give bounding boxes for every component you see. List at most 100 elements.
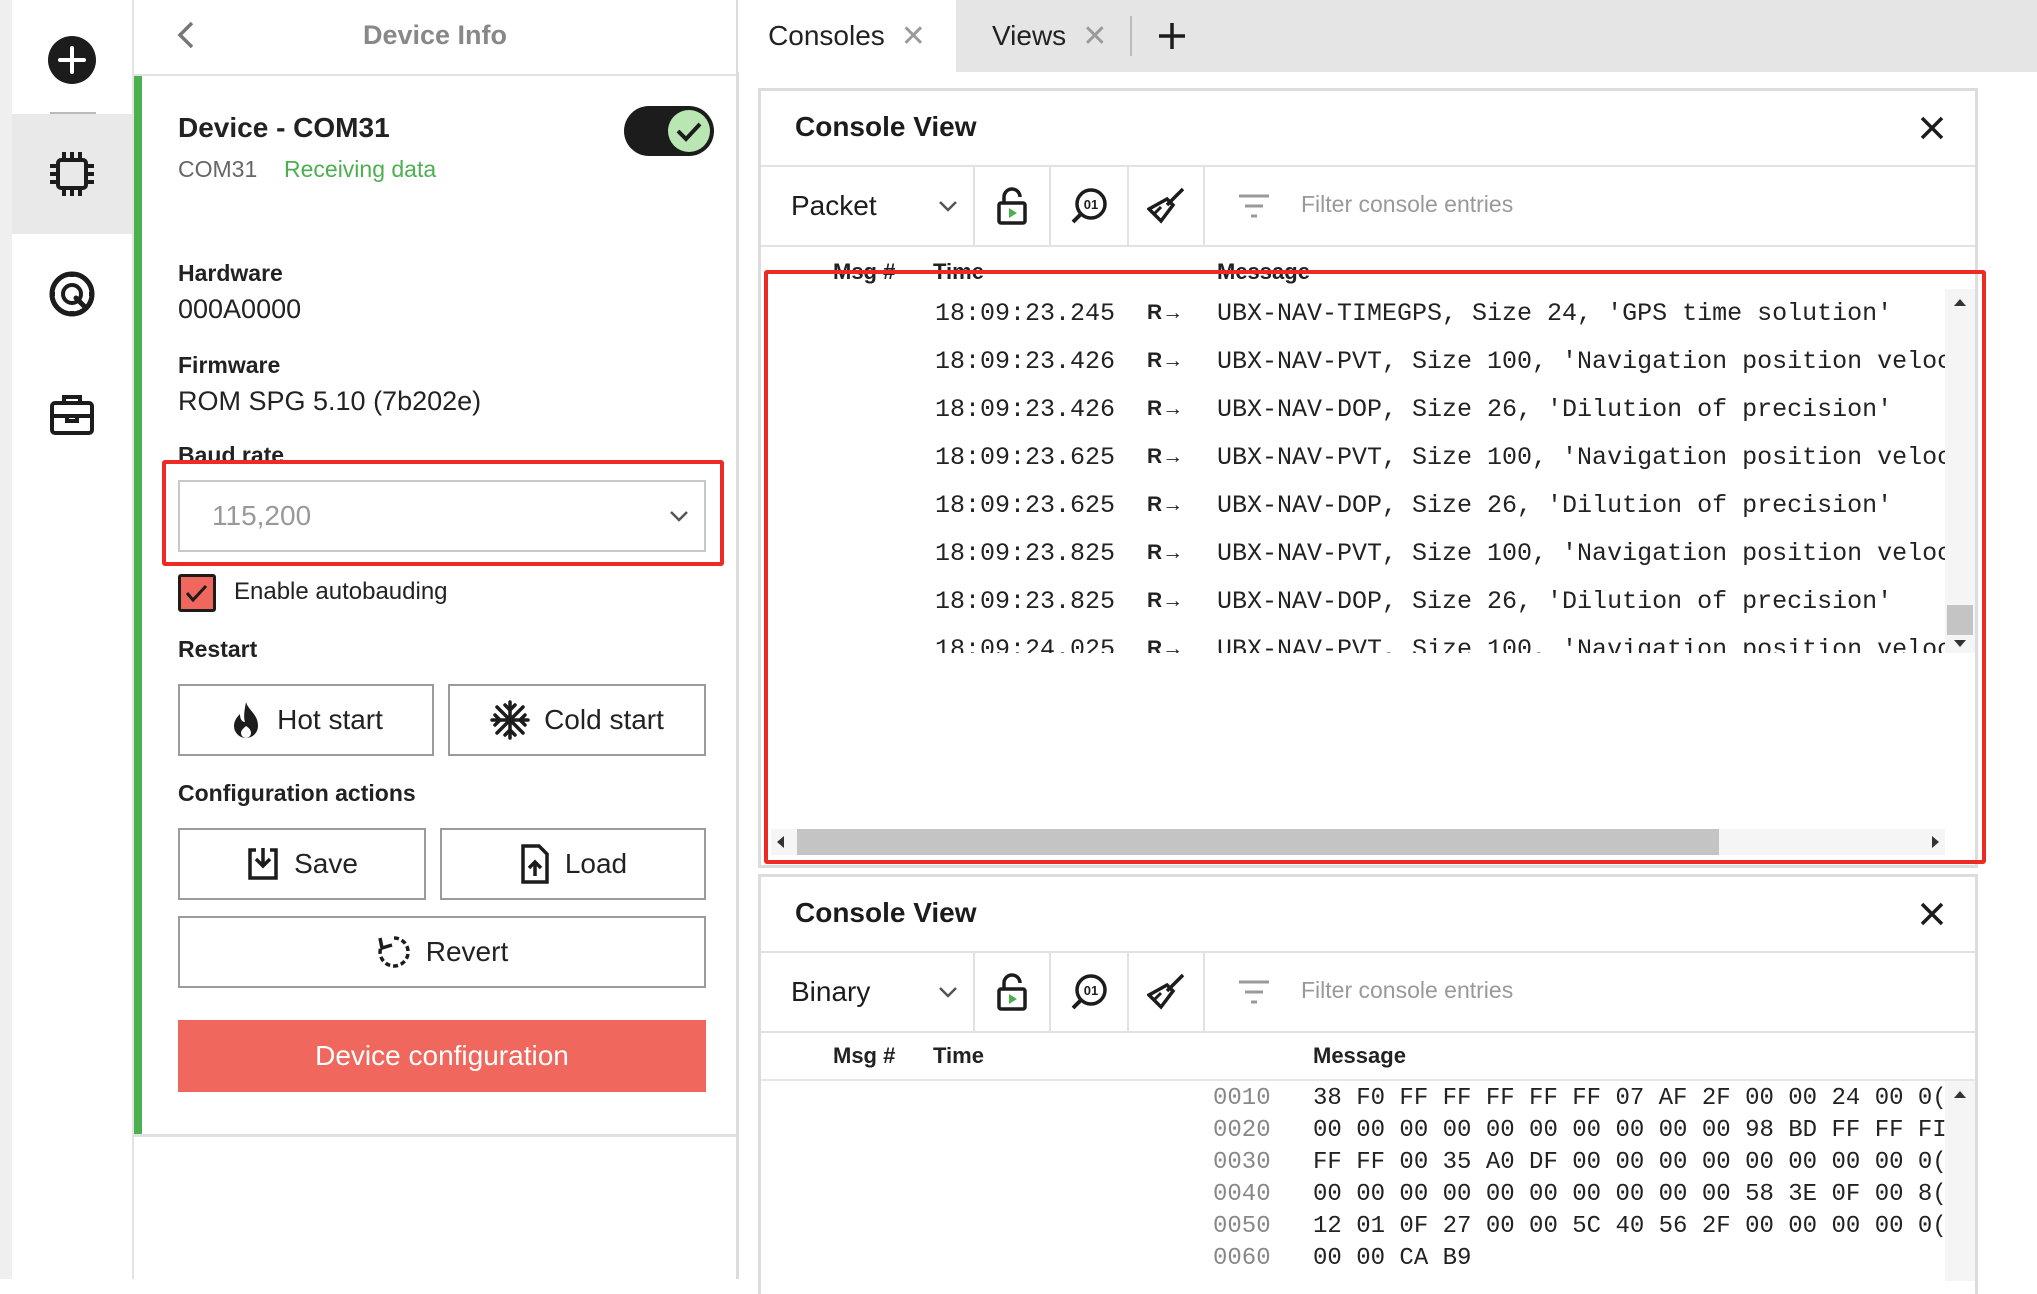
svg-text:01: 01: [1084, 197, 1098, 212]
add-tab-icon[interactable]: [1156, 20, 1188, 52]
row-bytes: 00 00 00 00 00 00 00 00 00 00 98 BD FF F…: [1313, 1117, 1945, 1144]
filter-input[interactable]: Filter console entries: [1301, 191, 1513, 218]
row-offset: 0060: [1213, 1245, 1271, 1272]
table-row[interactable]: 0010 38 F0 FF FF FF FF FF 07 AF 2F 00 00 …: [761, 1081, 1945, 1113]
binary-console: Console View Binary 01 Filter console en…: [758, 874, 1978, 1294]
search-binary-icon: 01: [1069, 186, 1109, 226]
row-bytes: 38 F0 FF FF FF FF FF 07 AF 2F 00 00 24 0…: [1313, 1085, 1945, 1112]
row-offset: 0010: [1213, 1085, 1271, 1112]
toggle-knob: [668, 110, 710, 152]
row-offset: 0020: [1213, 1117, 1271, 1144]
vertical-scrollbar[interactable]: [1945, 1081, 1975, 1281]
binary-filter-button[interactable]: 01: [1051, 953, 1129, 1031]
devices-button[interactable]: [12, 114, 132, 234]
config-actions-label: Configuration actions: [178, 780, 416, 806]
search-binary-icon: 01: [1069, 972, 1109, 1012]
col-message-header: Message: [1313, 1043, 1406, 1068]
close-icon[interactable]: [1919, 901, 1945, 927]
add-button[interactable]: [12, 0, 132, 120]
analysis-button[interactable]: [12, 234, 132, 354]
tab-views[interactable]: Views ✕: [992, 0, 1107, 72]
cold-start-button[interactable]: Cold start: [448, 684, 706, 756]
filter-input[interactable]: Filter console entries: [1301, 977, 1513, 1004]
console-header: Console View: [761, 877, 1975, 953]
clear-console-button[interactable]: [1129, 953, 1205, 1031]
filter-icon: [1237, 979, 1271, 1005]
packet-list-highlight-box: [764, 270, 1986, 864]
row-offset: 0050: [1213, 1213, 1271, 1240]
baud-rate-select[interactable]: 115,200: [178, 480, 706, 552]
table-row[interactable]: 0060 00 00 CA B9: [761, 1241, 1945, 1273]
broom-icon: [1147, 973, 1185, 1011]
tools-button[interactable]: [12, 354, 132, 474]
table-row[interactable]: 0030 FF FF 00 35 A0 DF 00 00 00 00 00 00 …: [761, 1145, 1945, 1177]
scroll-lock-button[interactable]: [975, 167, 1051, 245]
device-info-panel: Device Info Device - COM31 COM31 Receivi…: [134, 0, 739, 1279]
firmware-label: Firmware: [178, 352, 281, 378]
binary-filter-button[interactable]: 01: [1051, 167, 1129, 245]
revert-label: Revert: [425, 936, 509, 967]
row-bytes: 00 00 00 00 00 00 00 00 00 00 58 3E 0F 0…: [1313, 1181, 1945, 1208]
device-configuration-button[interactable]: Device configuration: [178, 1020, 706, 1092]
chevron-down-icon: [668, 508, 690, 524]
console-header: Console View: [761, 91, 1975, 167]
scroll-up-icon[interactable]: [1953, 1089, 1967, 1099]
table-row[interactable]: 0040 00 00 00 00 00 00 00 00 00 00 58 3E …: [761, 1177, 1945, 1209]
tab-bar: Consoles ✕ Views ✕: [738, 0, 2037, 72]
device-port: COM31: [178, 156, 258, 182]
col-msg-header: Msg #: [833, 1043, 896, 1068]
revert-icon: [376, 934, 412, 970]
gauge-icon: [46, 268, 98, 320]
device-card: Device - COM31 COM31 Receiving data Hard…: [134, 76, 736, 1137]
hardware-label: Hardware: [178, 260, 283, 286]
load-label: Load: [564, 848, 628, 879]
load-file-icon: [519, 844, 551, 884]
mode-select[interactable]: Binary: [761, 953, 975, 1031]
col-time-header: Time: [933, 1043, 984, 1068]
device-info-header: Device Info: [134, 0, 736, 76]
console-title: Console View: [795, 897, 977, 928]
autobaud-label: Enable autobauding: [234, 578, 448, 605]
save-button[interactable]: Save: [178, 828, 426, 900]
firmware-value: ROM SPG 5.10 (7b202e): [178, 386, 482, 416]
table-row[interactable]: 0050 12 01 0F 27 00 00 5C 40 56 2F 00 00 …: [761, 1209, 1945, 1241]
chevron-down-icon: [937, 984, 959, 1000]
panel-title: Device Info: [362, 20, 508, 50]
unlock-icon: [996, 973, 1028, 1011]
clear-console-button[interactable]: [1129, 167, 1205, 245]
baud-rate-value: 115,200: [212, 500, 312, 531]
broom-icon: [1147, 187, 1185, 225]
hot-start-label: Hot start: [277, 704, 383, 735]
checkmark-icon: [181, 577, 213, 609]
left-rail: [0, 0, 134, 1279]
cold-start-label: Cold start: [544, 704, 664, 735]
tab-consoles[interactable]: Consoles ✕: [738, 0, 956, 72]
save-icon: [246, 846, 280, 882]
close-icon[interactable]: [1919, 115, 1945, 141]
scroll-lock-button[interactable]: [975, 953, 1051, 1031]
tab-divider: [1130, 16, 1132, 56]
load-button[interactable]: Load: [440, 828, 706, 900]
restart-label: Restart: [178, 636, 258, 662]
table-row[interactable]: 0020 00 00 00 00 00 00 00 00 00 00 98 BD …: [761, 1113, 1945, 1145]
toolbox-icon: [47, 389, 97, 439]
hot-start-button[interactable]: Hot start: [178, 684, 434, 756]
tab-consoles-label: Consoles: [768, 20, 885, 51]
row-bytes: 12 01 0F 27 00 00 5C 40 56 2F 00 00 00 0…: [1313, 1213, 1945, 1240]
mode-select[interactable]: Packet: [761, 167, 975, 245]
binary-column-header: Msg # Time Message: [761, 1033, 1975, 1081]
connection-toggle[interactable]: [624, 106, 714, 156]
autobaud-checkbox[interactable]: [178, 574, 216, 612]
rail-edge: [0, 0, 12, 1279]
tab-views-label: Views: [992, 20, 1067, 51]
hardware-value: 000A0000: [178, 294, 302, 324]
chevron-down-icon: [937, 198, 959, 214]
close-tab-icon[interactable]: ✕: [1082, 19, 1107, 54]
row-offset: 0030: [1213, 1149, 1271, 1176]
connection-status-bar: [134, 76, 142, 1134]
row-offset: 0040: [1213, 1181, 1271, 1208]
row-bytes: 00 00 CA B9: [1313, 1245, 1472, 1272]
revert-button[interactable]: Revert: [178, 916, 706, 988]
close-tab-icon[interactable]: ✕: [901, 19, 926, 54]
snowflake-icon: [490, 700, 530, 740]
